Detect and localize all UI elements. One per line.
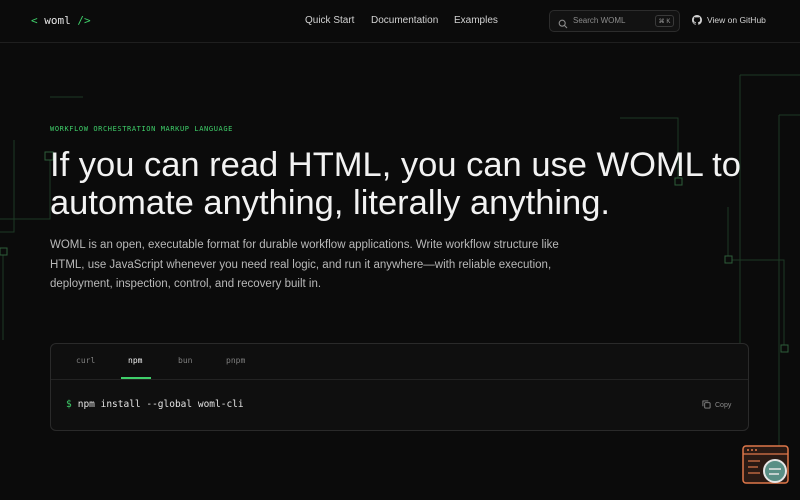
tab-curl[interactable]: curl — [76, 356, 95, 365]
search-shortcut: ⌘ K — [655, 15, 674, 27]
install-tabs: curl npm bun pnpm — [51, 344, 748, 380]
help-widget[interactable] — [742, 445, 790, 487]
github-label: View on GitHub — [707, 15, 766, 25]
nav-quick-start[interactable]: Quick Start — [305, 15, 354, 26]
copy-button[interactable]: Copy — [702, 400, 731, 409]
logo-text: woml — [44, 14, 71, 27]
hero-description: WOML is an open, executable format for d… — [50, 239, 559, 290]
nav-documentation[interactable]: Documentation — [371, 15, 438, 26]
search-placeholder: Search WOML — [573, 16, 626, 25]
install-panel: curl npm bun pnpm $ npm install --global … — [50, 343, 749, 431]
command-text: npm install --global woml-cli — [77, 399, 244, 410]
copy-icon — [702, 400, 711, 409]
github-icon — [692, 15, 702, 25]
nav-examples[interactable]: Examples — [454, 15, 498, 26]
logo[interactable]: < woml /> — [31, 14, 91, 27]
logo-open-bracket: < — [31, 14, 38, 27]
logo-close-bracket: /> — [77, 14, 91, 27]
headline-line-1: If you can read HTML, you can use WOML t… — [50, 146, 741, 184]
search-icon — [558, 16, 568, 34]
tab-pnpm[interactable]: pnpm — [226, 356, 245, 365]
eyebrow-tagline: WORKFLOW ORCHESTRATION MARKUP LANGUAGE — [50, 125, 233, 133]
shell-prompt: $ — [66, 399, 72, 410]
tab-npm[interactable]: npm — [128, 356, 142, 365]
github-link[interactable]: View on GitHub — [692, 15, 766, 25]
headline-line-2: automate anything, literally anything. — [50, 184, 611, 222]
page-title: If you can read HTML, you can use WOML t… — [50, 146, 770, 222]
search-input[interactable]: Search WOML ⌘ K — [549, 10, 680, 32]
help-widget-icon — [742, 445, 789, 484]
top-header: < woml /> Quick Start Documentation Exam… — [0, 0, 800, 43]
install-command: $ npm install --global woml-cli — [66, 399, 244, 410]
active-tab-indicator — [121, 377, 151, 379]
tab-bun[interactable]: bun — [178, 356, 192, 365]
copy-label: Copy — [715, 402, 732, 409]
